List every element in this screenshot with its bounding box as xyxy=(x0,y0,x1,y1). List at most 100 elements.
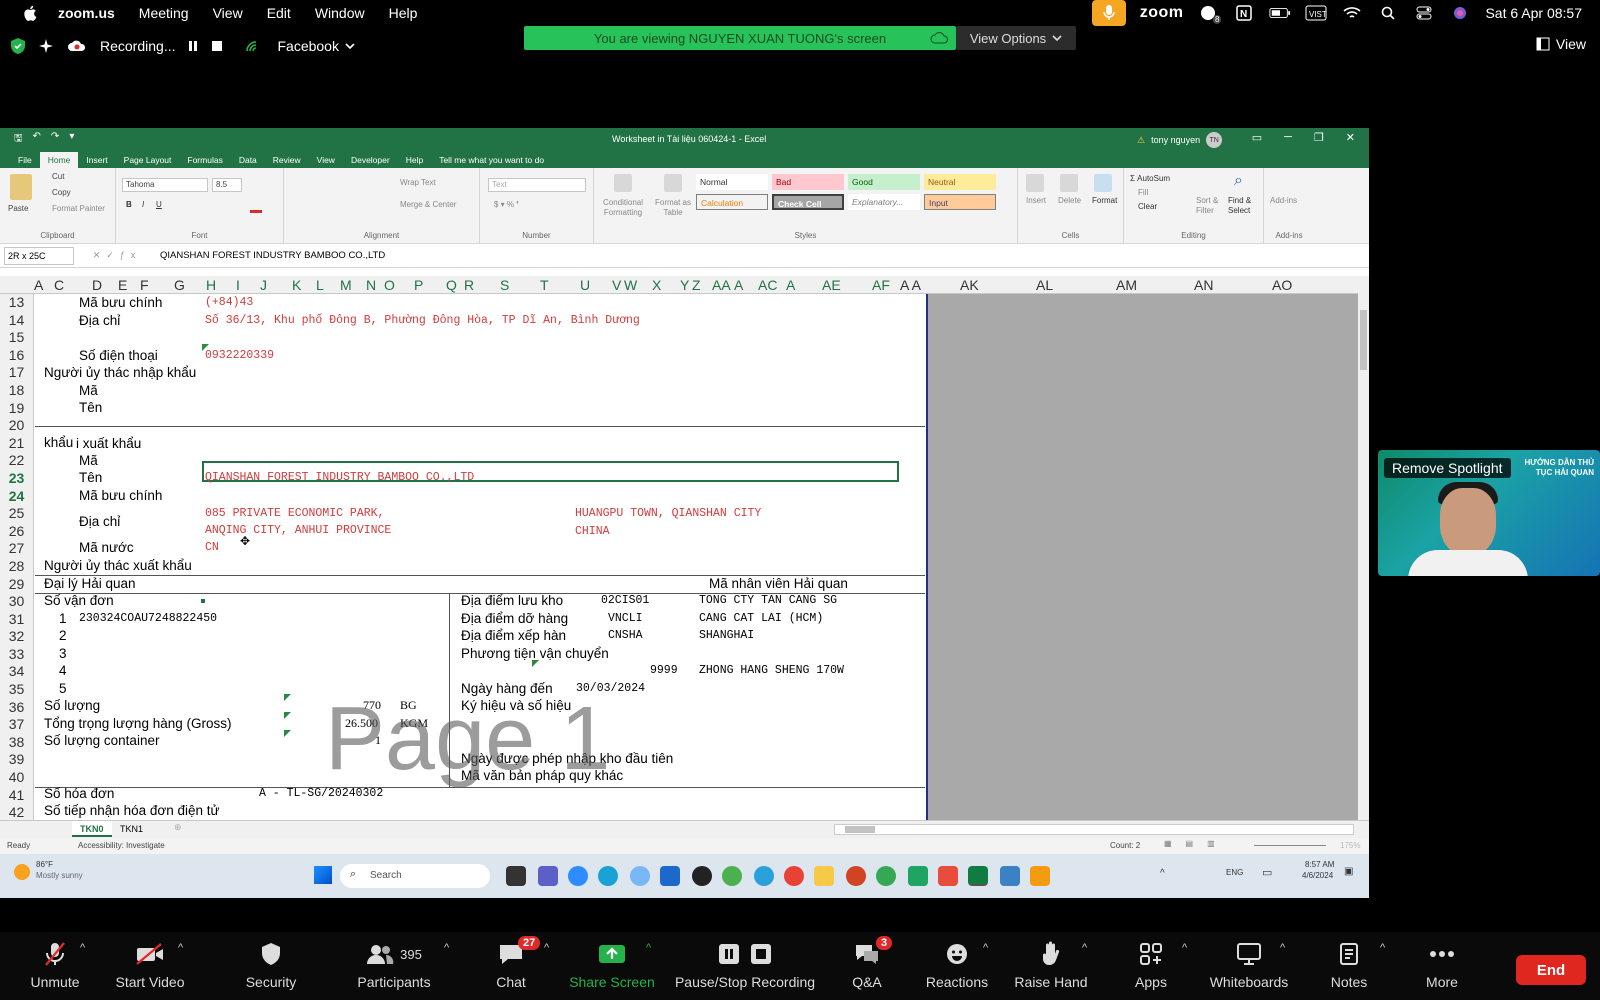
chrome-alt-icon[interactable] xyxy=(876,866,896,886)
column-header[interactable]: A xyxy=(34,277,43,293)
cell-r27-label[interactable]: Mã nước xyxy=(79,540,134,555)
apple-icon[interactable] xyxy=(22,4,40,22)
find-select-button[interactable]: Find & Select xyxy=(1228,196,1262,216)
style-explanatory[interactable]: Explanatory... xyxy=(848,194,920,210)
row-header[interactable]: 39 xyxy=(0,751,33,769)
conditional-formatting-button[interactable]: Conditional Formatting xyxy=(600,198,646,218)
cell-r30-right-code[interactable]: 02CIS01 xyxy=(601,594,649,607)
cell-r31-value[interactable]: 230324COAU7248822450 xyxy=(79,612,217,625)
chat-button[interactable]: 27 Chat xyxy=(456,936,566,990)
cell-r32-right-name[interactable]: SHANGHAI xyxy=(699,629,754,642)
cell-r18-label[interactable]: Mã xyxy=(79,383,98,398)
tray-network-icon[interactable]: ▭ xyxy=(1262,866,1272,879)
cell-r23-value[interactable]: QIANSHAN FOREST INDUSTRY BAMBOO CO.,LTD xyxy=(205,471,474,484)
column-header[interactable]: O xyxy=(384,277,395,293)
excel-user-name[interactable]: tony nguyen xyxy=(1151,135,1200,145)
tab-developer[interactable]: Developer xyxy=(343,155,398,168)
cell-r42-label[interactable]: Số tiếp nhận hóa đơn điện tử xyxy=(44,803,220,818)
cell-r23-label[interactable]: Tên xyxy=(79,470,102,485)
row-header[interactable]: 40 xyxy=(0,769,33,787)
number-format-select[interactable]: Text xyxy=(488,178,586,192)
cut-button[interactable]: Cut xyxy=(52,172,64,181)
view-mode-icons[interactable]: ▦▤▥ xyxy=(1164,839,1229,848)
bold-button[interactable]: B xyxy=(126,200,132,209)
row-header[interactable]: 26 xyxy=(0,523,33,541)
zoom-menubar-label[interactable]: zoom xyxy=(1140,4,1184,22)
cell-r21-label2[interactable]: i xuất khẩu xyxy=(76,436,141,451)
security-button[interactable]: Security xyxy=(216,940,326,990)
column-header[interactable]: F xyxy=(140,277,149,293)
cell-r24-label[interactable]: Mã bưu chính xyxy=(79,488,162,503)
accessibility-status[interactable]: Accessibility: Investigate xyxy=(78,841,165,850)
row-header[interactable]: 13 xyxy=(0,294,33,312)
row-header[interactable]: 23 xyxy=(0,470,33,488)
cell-r32-right-code[interactable]: CNSHA xyxy=(608,629,643,642)
row-header[interactable]: 15 xyxy=(0,329,33,347)
chevron-up-icon[interactable]: ^ xyxy=(444,942,449,954)
menu-app-name[interactable]: zoom.us xyxy=(58,5,115,21)
cell-r22-label[interactable]: Mã xyxy=(79,453,98,468)
column-header[interactable]: U xyxy=(580,277,590,293)
tab-formulas[interactable]: Formulas xyxy=(179,155,230,168)
cell-r26-value1[interactable]: ANQING CITY, ANHUI PROVINCE xyxy=(205,524,391,537)
style-bad[interactable]: Bad xyxy=(772,174,844,190)
control-center-icon[interactable] xyxy=(1413,5,1435,21)
vertical-scrollbar[interactable] xyxy=(1358,276,1369,820)
column-header[interactable]: AL xyxy=(1036,277,1053,293)
end-meeting-button[interactable]: End xyxy=(1516,955,1586,985)
minimize-icon[interactable]: ─ xyxy=(1284,131,1292,144)
cell-r38-label[interactable]: Số lượng container xyxy=(44,733,159,748)
cell-r36-label[interactable]: Số lượng xyxy=(44,698,100,713)
more-button[interactable]: More xyxy=(1388,940,1496,990)
sheet-tab-tkn0[interactable]: TKN0 xyxy=(72,821,112,837)
italic-button[interactable]: I xyxy=(142,200,144,209)
cell-r32-right-label[interactable]: Địa điểm xếp hàn xyxy=(461,628,566,643)
column-header[interactable]: V xyxy=(612,277,621,293)
pause-recording-icon[interactable] xyxy=(187,40,199,52)
column-header[interactable]: C xyxy=(54,277,64,293)
delete-cells-icon[interactable] xyxy=(1060,174,1078,192)
addins-button[interactable]: Add-ins xyxy=(1270,196,1297,205)
avatar[interactable]: TN xyxy=(1206,132,1223,148)
wps-icon[interactable] xyxy=(938,866,958,886)
cell-r19-label[interactable]: Tên xyxy=(79,400,102,415)
column-header[interactable]: D xyxy=(92,277,102,293)
column-header[interactable]: AA xyxy=(712,277,731,293)
start-video-button[interactable]: Start Video xyxy=(95,940,205,990)
raise-hand-button[interactable]: Raise Hand xyxy=(996,940,1106,990)
cell-r31-right-code[interactable]: VNCLI xyxy=(608,612,643,625)
tab-review[interactable]: Review xyxy=(265,155,309,168)
row-header[interactable]: 21 xyxy=(0,435,33,453)
clear-button[interactable]: Clear xyxy=(1138,202,1157,211)
row-header[interactable]: 37 xyxy=(0,716,33,734)
chevron-up-icon[interactable]: ^ xyxy=(178,942,183,954)
formula-bar-buttons[interactable]: ✕✓ƒx xyxy=(74,250,160,261)
insert-cells-icon[interactable] xyxy=(1026,174,1044,192)
column-header[interactable]: J xyxy=(260,277,267,293)
ribbon-display-icon[interactable]: ▭ xyxy=(1252,131,1262,144)
cell-r16-value[interactable]: 0932220339 xyxy=(205,349,274,362)
row-header[interactable]: 17 xyxy=(0,364,33,382)
cell-r32-index[interactable]: 2 xyxy=(59,628,67,643)
row-header[interactable]: 29 xyxy=(0,576,33,594)
out-of-print-area[interactable] xyxy=(926,294,1358,820)
folder-icon[interactable] xyxy=(814,866,834,886)
cell-r29-label[interactable]: Đại lý Hải quan xyxy=(44,576,136,591)
cell-r26-value2[interactable]: CHINA xyxy=(575,525,610,538)
livestream-facebook-menu[interactable]: Facebook xyxy=(277,38,355,54)
name-box[interactable]: 2R x 25C xyxy=(4,246,74,265)
cell-r29-right[interactable]: Mã nhân viên Hải quan xyxy=(709,576,848,591)
column-header[interactable]: AC xyxy=(758,277,777,293)
battery-icon[interactable] xyxy=(1269,5,1291,21)
wifi-icon[interactable] xyxy=(1341,5,1363,21)
cell-r30-right-name[interactable]: TONG CTY TAN CANG SG xyxy=(699,594,837,607)
cell-r28-label[interactable]: Người ủy thác xuất khẩu xyxy=(44,558,192,573)
underline-button[interactable]: U xyxy=(156,200,162,209)
chevron-up-icon[interactable]: ^ xyxy=(646,942,651,954)
mic-active-icon[interactable] xyxy=(1091,0,1126,26)
row-header[interactable]: 32 xyxy=(0,628,33,646)
column-header[interactable]: AN xyxy=(1194,277,1213,293)
row-header[interactable]: 38 xyxy=(0,734,33,752)
spotlight-video[interactable]: HƯỚNG DẪN THỦ TỤC HẢI QUAN Remove Spotli… xyxy=(1378,450,1600,576)
siri-icon[interactable] xyxy=(1449,5,1471,21)
